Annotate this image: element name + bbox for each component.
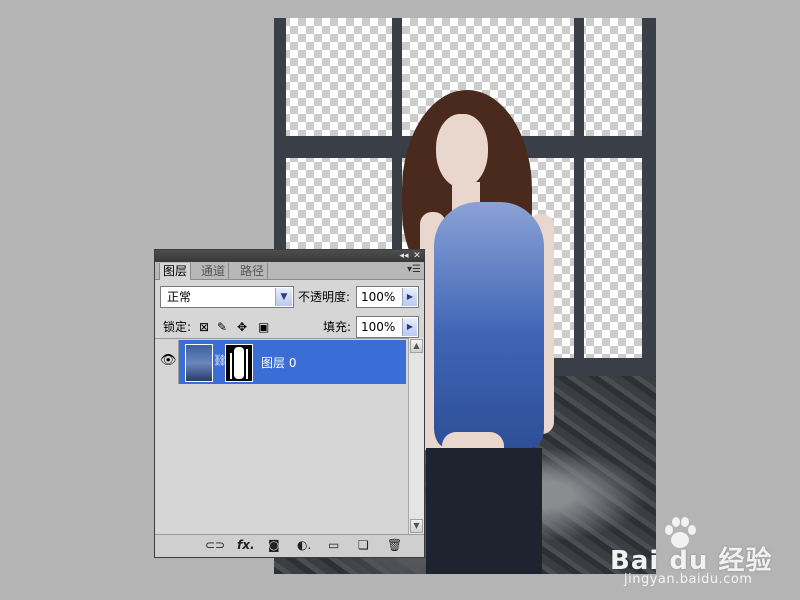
fill-input[interactable]: 100% ▶	[356, 316, 419, 338]
new-layer-icon[interactable]: ❏	[358, 538, 369, 552]
opacity-label: 不透明度:	[298, 290, 351, 304]
fill-value: 100%	[361, 320, 396, 334]
layer-row[interactable]: 👁 ⛓ 图层 0	[155, 340, 406, 384]
chevron-right-icon[interactable]: ▶	[402, 288, 417, 306]
layer-thumbnail[interactable]	[185, 344, 213, 382]
panel-titlebar[interactable]: ◂◂ ✕	[155, 250, 424, 262]
layer-list-scrollbar[interactable]: ▲ ▼	[408, 338, 424, 534]
window-frame-right	[642, 18, 656, 378]
blend-mode-value: 正常	[167, 290, 192, 304]
adjustment-icon[interactable]: ◐.	[297, 538, 311, 552]
window-frame-mid-right	[274, 148, 286, 156]
watermark-url: jingyan.baidu.com	[624, 572, 753, 587]
tab-channels[interactable]: 通道	[198, 263, 230, 279]
lock-transparency-icon[interactable]: ⊠	[199, 320, 209, 334]
lock-move-icon[interactable]: ✥	[237, 320, 247, 334]
opacity-input[interactable]: 100% ▶	[356, 286, 419, 308]
close-icon[interactable]: ✕	[411, 250, 423, 262]
chevron-right-icon[interactable]: ▶	[402, 318, 417, 336]
layer-mask-thumbnail[interactable]	[225, 344, 253, 382]
blend-mode-select[interactable]: 正常 ▼	[160, 286, 294, 308]
mask-icon[interactable]: ◙	[268, 538, 280, 552]
lock-label: 锁定:	[163, 320, 192, 334]
layer-list: 👁 ⛓ 图层 0	[155, 338, 424, 535]
person-jeans	[426, 448, 542, 574]
folder-icon[interactable]: ▭	[328, 538, 339, 552]
person-face	[436, 114, 488, 188]
tab-paths[interactable]: 路径	[237, 263, 269, 279]
visibility-toggle[interactable]: 👁	[155, 340, 179, 384]
panel-tabs: 图层 通道 路径 ▾☰	[155, 262, 424, 280]
layer-name[interactable]: 图层 0	[261, 354, 296, 371]
link-icon[interactable]: ⊂⊃	[205, 538, 225, 552]
panel-menu-icon[interactable]: ▾☰	[407, 264, 421, 275]
layers-panel: ◂◂ ✕ 图层 通道 路径 ▾☰ 正常 ▼ 不透明度: 100% ▶ 锁定: ⊠…	[154, 249, 425, 558]
tab-layers[interactable]: 图层	[159, 263, 192, 280]
fill-label: 填充:	[323, 320, 352, 334]
fx-icon[interactable]: fx.	[237, 538, 255, 552]
trash-icon[interactable]: 🗑	[387, 538, 402, 552]
scroll-up-icon[interactable]: ▲	[410, 339, 423, 353]
lock-brush-icon[interactable]: ✎	[217, 320, 227, 334]
eye-icon[interactable]: 👁	[160, 353, 177, 368]
opacity-value: 100%	[361, 290, 396, 304]
chevron-down-icon[interactable]: ▼	[275, 288, 292, 306]
panel-footer: ⊂⊃ fx. ◙ ◐. ▭ ❏ 🗑	[155, 534, 424, 557]
lock-all-icon[interactable]: ▣	[258, 320, 269, 334]
scroll-down-icon[interactable]: ▼	[410, 519, 423, 533]
person-tank-top	[434, 202, 544, 448]
window-frame-center-right	[574, 18, 584, 378]
collapse-icon[interactable]: ◂◂	[398, 250, 410, 262]
watermark: Bai du 经验 jingyan.baidu.com	[610, 516, 790, 587]
